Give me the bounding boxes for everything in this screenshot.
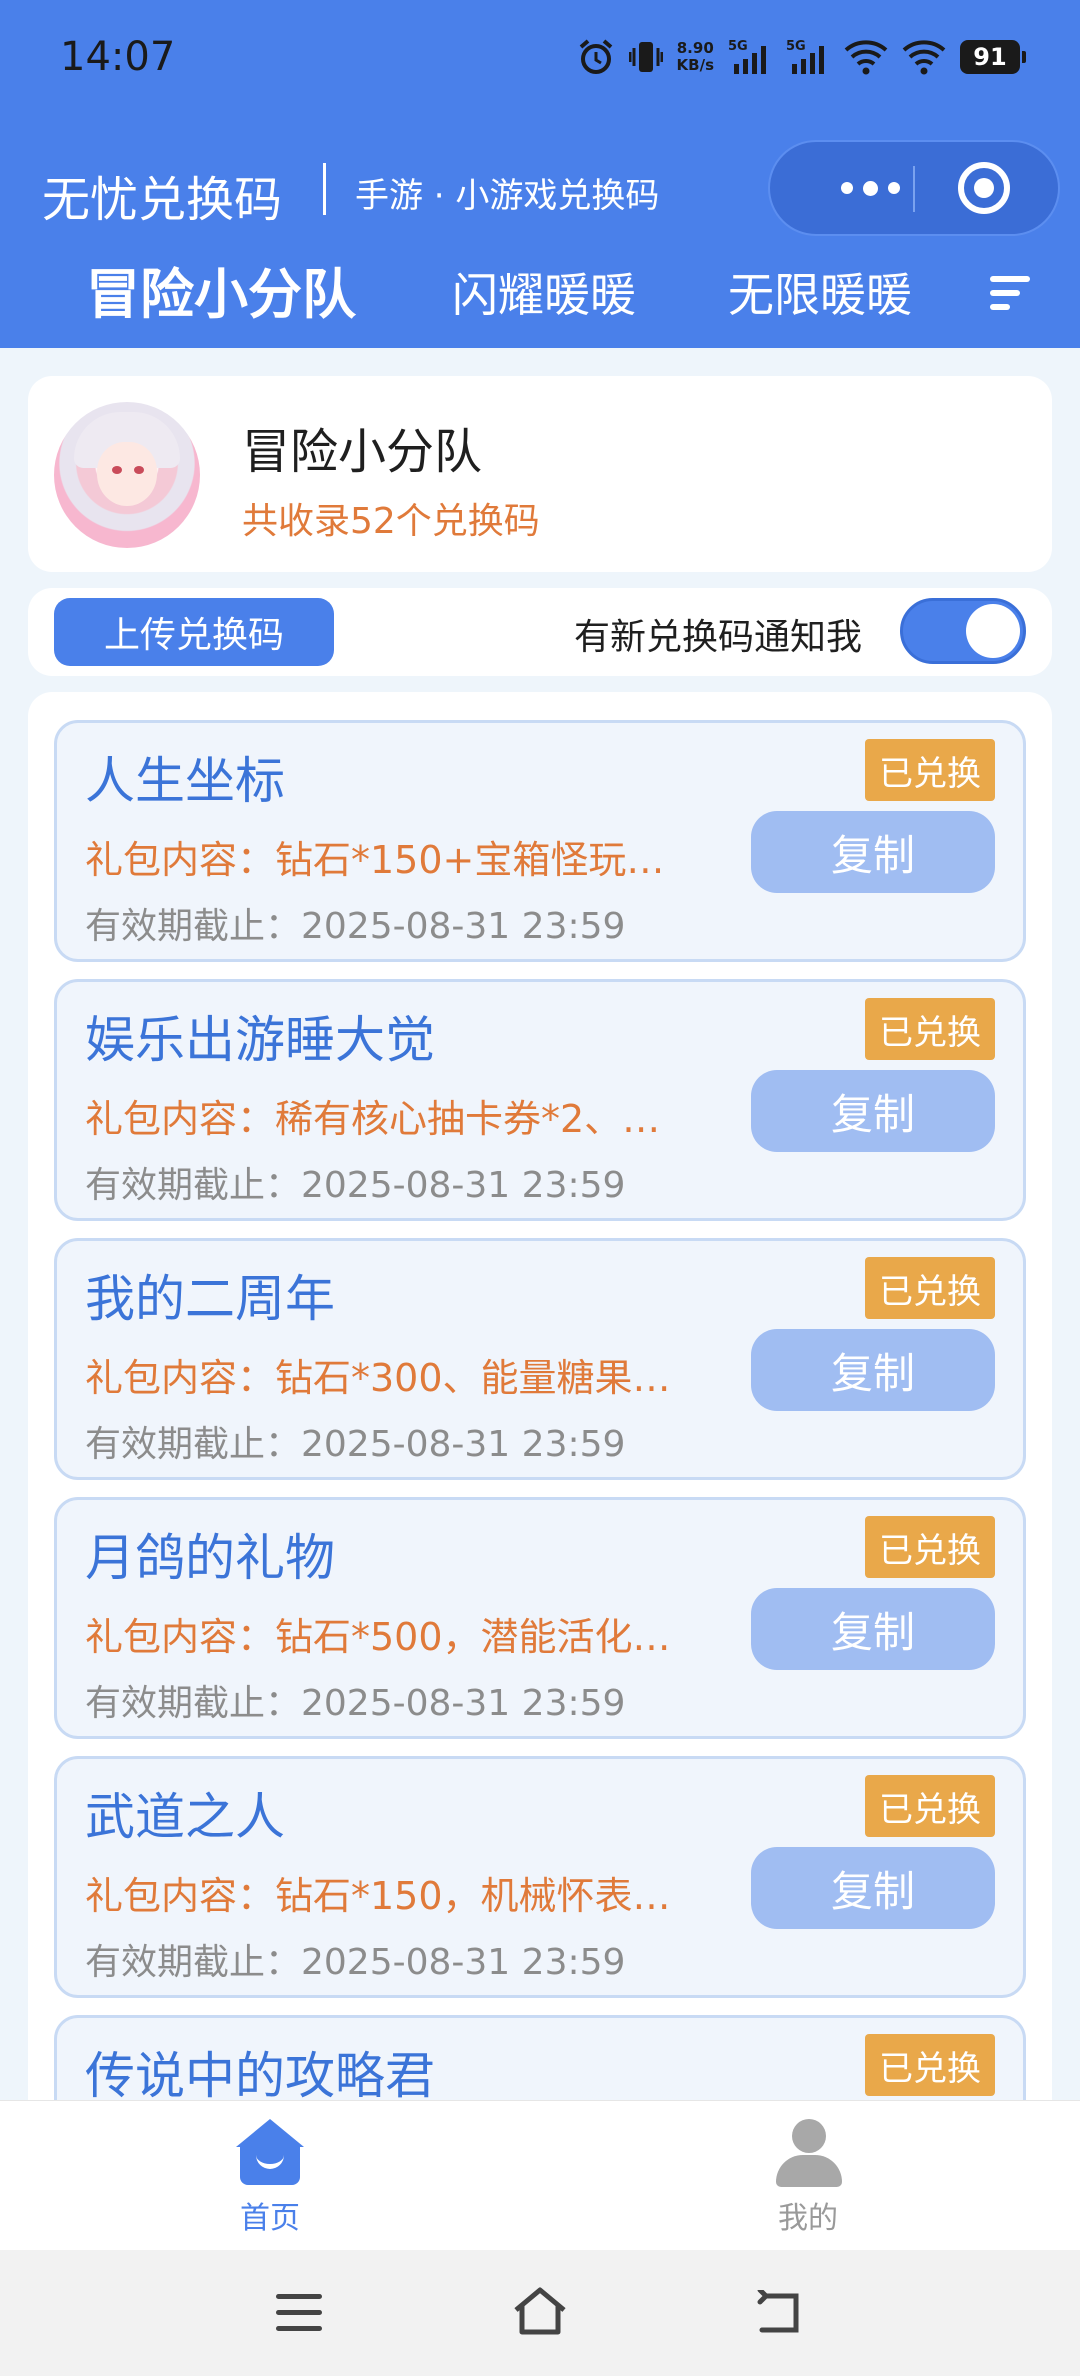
wifi-icon-2 [902, 40, 946, 75]
title-divider [323, 163, 326, 215]
tab-maoxian[interactable]: 冒险小分队 [86, 250, 356, 340]
app-subtitle: 手游 · 小游戏兑换码 [355, 176, 660, 216]
battery-indicator: 91 [960, 40, 1026, 74]
app-header: 14:07 8.90 KB/s 5G 5G 91 无忧兑换码 手游 · 小游戏兑… [0, 0, 1080, 348]
gift-content: 礼包内容：钻石*300、能量糖果… [85, 1356, 671, 1400]
copy-button[interactable]: 复制 [751, 1588, 995, 1670]
capsule-divider [913, 166, 915, 212]
expiry-date: 有效期截止：2025-08-31 23:59 [85, 1942, 626, 1983]
redeemed-badge: 已兑换 [865, 1257, 995, 1319]
code-title: 月鸽的礼物 [85, 1529, 335, 1587]
signal-sim1-icon: 5G [728, 39, 766, 74]
net-speed: 8.90 KB/s [676, 39, 714, 74]
bottom-tab-bar: 首页 我的 [0, 2100, 1080, 2250]
code-card: 武道之人 已兑换 礼包内容：钻石*150，机械怀表… 有效期截止：2025-08… [54, 1756, 1026, 1998]
home-icon [236, 2119, 304, 2187]
upload-code-button[interactable]: 上传兑换码 [54, 598, 334, 666]
user-icon [774, 2119, 842, 2187]
wifi-icon [844, 40, 888, 75]
game-info-card: 冒险小分队 共收录52个兑换码 [28, 376, 1052, 572]
code-count: 共收录52个兑换码 [242, 501, 540, 542]
svg-text:5G: 5G [728, 39, 748, 54]
redeemed-badge: 已兑换 [865, 2034, 995, 2096]
notify-label: 有新兑换码通知我 [574, 617, 863, 658]
redeemed-badge: 已兑换 [865, 739, 995, 801]
menu-icon[interactable] [276, 2294, 322, 2332]
more-options-icon[interactable] [810, 142, 930, 234]
redeemed-badge: 已兑换 [865, 1775, 995, 1837]
gift-content: 礼包内容：钻石*150+宝箱怪玩… [85, 838, 665, 882]
vibrate-icon [628, 42, 663, 72]
gift-content: 礼包内容：钻石*150，机械怀表… [85, 1874, 671, 1918]
gift-content: 礼包内容：钻石*500，潜能活化… [85, 1615, 671, 1659]
redeemed-badge: 已兑换 [865, 1516, 995, 1578]
code-title: 我的二周年 [85, 1270, 335, 1328]
expiry-date: 有效期截止：2025-08-31 23:59 [85, 1424, 626, 1465]
expiry-date: 有效期截止：2025-08-31 23:59 [85, 1165, 626, 1206]
sort-menu-icon[interactable] [990, 276, 1030, 312]
close-miniprogram-icon[interactable] [958, 162, 1010, 214]
copy-button[interactable]: 复制 [751, 811, 995, 893]
miniprogram-capsule [768, 140, 1060, 236]
redeemed-badge: 已兑换 [865, 998, 995, 1060]
alarm-icon [579, 39, 612, 74]
app-title: 无忧兑换码 [42, 172, 283, 228]
tab-wuxian[interactable]: 无限暖暖 [728, 250, 912, 340]
code-card: 传说中的攻略君 已兑换 [54, 2015, 1026, 2100]
code-title: 娱乐出游睡大觉 [85, 1011, 435, 1069]
back-icon[interactable] [756, 2290, 804, 2336]
expiry-date: 有效期截止：2025-08-31 23:59 [85, 906, 626, 947]
gift-content: 礼包内容：稀有核心抽卡券*2、… [85, 1097, 661, 1141]
code-card: 我的二周年 已兑换 礼包内容：钻石*300、能量糖果… 有效期截止：2025-0… [54, 1238, 1026, 1480]
signal-sim2-icon: 5G [786, 39, 824, 74]
copy-button[interactable]: 复制 [751, 1070, 995, 1152]
action-bar: 上传兑换码 有新兑换码通知我 [28, 588, 1052, 676]
toggle-knob [966, 604, 1020, 658]
system-nav-bar [0, 2250, 1080, 2376]
game-tabs: 冒险小分队 闪耀暖暖 无限暖暖 [0, 250, 1080, 340]
status-icons: 8.90 KB/s 5G 5G 91 [577, 34, 1026, 80]
code-title: 传说中的攻略君 [85, 2047, 435, 2100]
tabbar-home-label: 首页 [240, 2201, 300, 2236]
code-list: 人生坐标 已兑换 礼包内容：钻石*150+宝箱怪玩… 有效期截止：2025-08… [28, 692, 1052, 2100]
tabbar-mine[interactable]: 我的 [708, 2101, 908, 2251]
code-card: 人生坐标 已兑换 礼包内容：钻石*150+宝箱怪玩… 有效期截止：2025-08… [54, 720, 1026, 962]
home-nav-icon[interactable] [512, 2286, 568, 2336]
svg-text:5G: 5G [786, 39, 806, 54]
expiry-date: 有效期截止：2025-08-31 23:59 [85, 1683, 626, 1724]
tabbar-home[interactable]: 首页 [170, 2101, 370, 2251]
code-title: 武道之人 [85, 1788, 285, 1846]
tabbar-mine-label: 我的 [778, 2201, 838, 2236]
tab-shanyao[interactable]: 闪耀暖暖 [452, 250, 636, 340]
status-time: 14:07 [60, 34, 176, 80]
code-title: 人生坐标 [85, 752, 285, 810]
copy-button[interactable]: 复制 [751, 1847, 995, 1929]
game-avatar [54, 402, 200, 548]
notify-toggle[interactable] [900, 598, 1026, 664]
code-card: 月鸽的礼物 已兑换 礼包内容：钻石*500，潜能活化… 有效期截止：2025-0… [54, 1497, 1026, 1739]
game-name: 冒险小分队 [242, 424, 483, 480]
code-card: 娱乐出游睡大觉 已兑换 礼包内容：稀有核心抽卡券*2、… 有效期截止：2025-… [54, 979, 1026, 1221]
copy-button[interactable]: 复制 [751, 1329, 995, 1411]
